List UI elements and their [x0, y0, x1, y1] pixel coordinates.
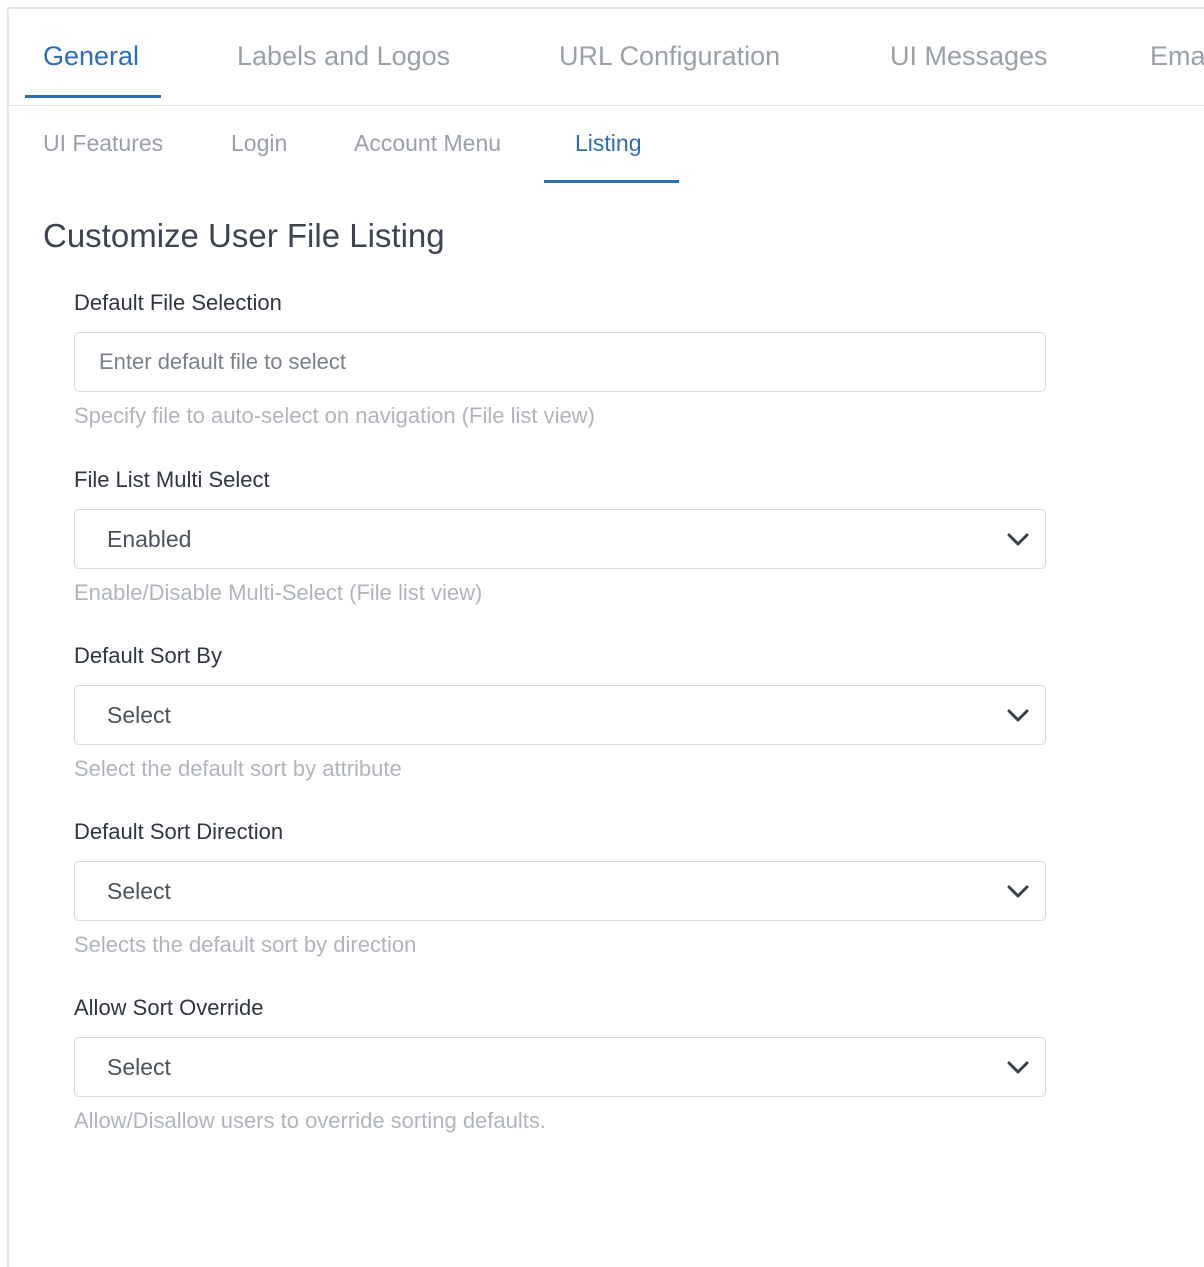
subtab-ui-features[interactable]: UI Features	[43, 128, 163, 158]
default-sort-by-help: Select the default sort by attribute	[74, 756, 402, 781]
subtab-listing[interactable]: Listing	[575, 128, 641, 158]
subtab-account-menu[interactable]: Account Menu	[354, 128, 501, 158]
default-sort-by-group: Default Sort By Select Select the defaul…	[74, 642, 1046, 783]
file-list-multi-select-dropdown[interactable]: Enabled	[74, 509, 1046, 569]
tab-ui-messages[interactable]: UI Messages	[890, 39, 1048, 73]
tab-general[interactable]: General	[43, 39, 139, 73]
default-file-selection-input[interactable]	[75, 333, 1045, 391]
default-sort-by-value: Select	[107, 702, 171, 728]
chevron-down-icon	[1007, 885, 1029, 898]
allow-sort-override-group: Allow Sort Override Select Allow/Disallo…	[74, 994, 1046, 1135]
default-sort-direction-value: Select	[107, 878, 171, 904]
file-list-multi-select-label: File List Multi Select	[74, 467, 270, 492]
page-title: Customize User File Listing	[43, 217, 445, 254]
subtab-login[interactable]: Login	[231, 128, 287, 158]
chevron-down-icon	[1007, 709, 1029, 722]
tab-url-configuration[interactable]: URL Configuration	[559, 39, 780, 73]
default-sort-by-label: Default Sort By	[74, 643, 222, 668]
default-sort-direction-dropdown[interactable]: Select	[74, 861, 1046, 921]
default-file-selection-help: Specify file to auto-select on navigatio…	[74, 403, 595, 428]
default-sort-by-dropdown[interactable]: Select	[74, 685, 1046, 745]
default-file-selection-label: Default File Selection	[74, 290, 282, 315]
chevron-down-icon	[1007, 533, 1029, 546]
primary-tabs: General Labels and Logos URL Configurati…	[9, 9, 1204, 106]
active-tab-indicator	[25, 95, 161, 98]
default-file-selection-group: Default File Selection Specify file to a…	[74, 289, 1046, 430]
file-list-multi-select-group: File List Multi Select Enabled Enable/Di…	[74, 466, 1046, 607]
settings-panel: General Labels and Logos URL Configurati…	[7, 7, 1204, 1267]
allow-sort-override-value: Select	[107, 1054, 171, 1080]
allow-sort-override-label: Allow Sort Override	[74, 995, 264, 1020]
file-list-multi-select-value: Enabled	[107, 526, 192, 552]
tab-email[interactable]: Ema	[1150, 39, 1204, 73]
default-sort-direction-group: Default Sort Direction Select Selects th…	[74, 818, 1046, 959]
default-sort-direction-label: Default Sort Direction	[74, 819, 284, 844]
allow-sort-override-help: Allow/Disallow users to override sorting…	[74, 1108, 546, 1133]
active-subtab-indicator	[544, 180, 679, 183]
chevron-down-icon	[1007, 1061, 1029, 1074]
secondary-tabs: UI Features Login Account Menu Listing	[9, 106, 1204, 186]
default-sort-direction-help: Selects the default sort by direction	[74, 932, 417, 957]
tab-labels-and-logos[interactable]: Labels and Logos	[237, 39, 450, 73]
allow-sort-override-dropdown[interactable]: Select	[74, 1037, 1046, 1097]
file-list-multi-select-help: Enable/Disable Multi-Select (File list v…	[74, 580, 483, 605]
default-file-selection-box	[74, 332, 1046, 392]
